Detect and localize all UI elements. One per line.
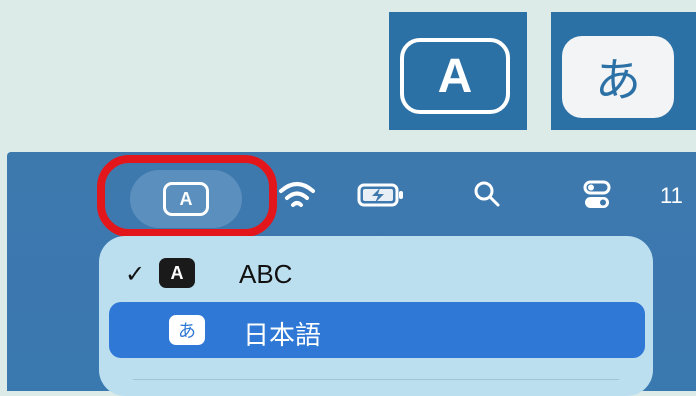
menu-item-label: 日本語 [243,321,322,351]
wifi-icon[interactable] [277,179,317,213]
checkmark-icon: ✓ [125,261,146,288]
menu-bar: A 11 [7,152,696,237]
abc-input-icon: A [400,38,510,114]
desktop: A 11 ✓ A ABC あ 日本語 [7,152,696,396]
search-icon[interactable] [472,179,502,209]
menu-divider [133,379,619,380]
menu-bar-clock[interactable]: 11 [660,183,683,209]
control-center-icon[interactable] [582,179,612,211]
japanese-input-icon: あ [562,36,674,118]
japanese-badge-icon: あ [169,315,205,345]
highlight-circle [97,155,277,237]
menu-item-japanese[interactable]: あ 日本語 [109,302,645,358]
abc-badge-icon: A [159,258,195,288]
input-source-dropdown: ✓ A ABC あ 日本語 [99,236,653,396]
menu-item-abc[interactable]: ✓ A ABC [99,246,653,302]
abc-input-tile: A [389,12,527,130]
menu-item-label: ABC [239,259,293,289]
japanese-input-tile: あ [551,12,696,130]
battery-charging-icon[interactable] [357,182,405,208]
